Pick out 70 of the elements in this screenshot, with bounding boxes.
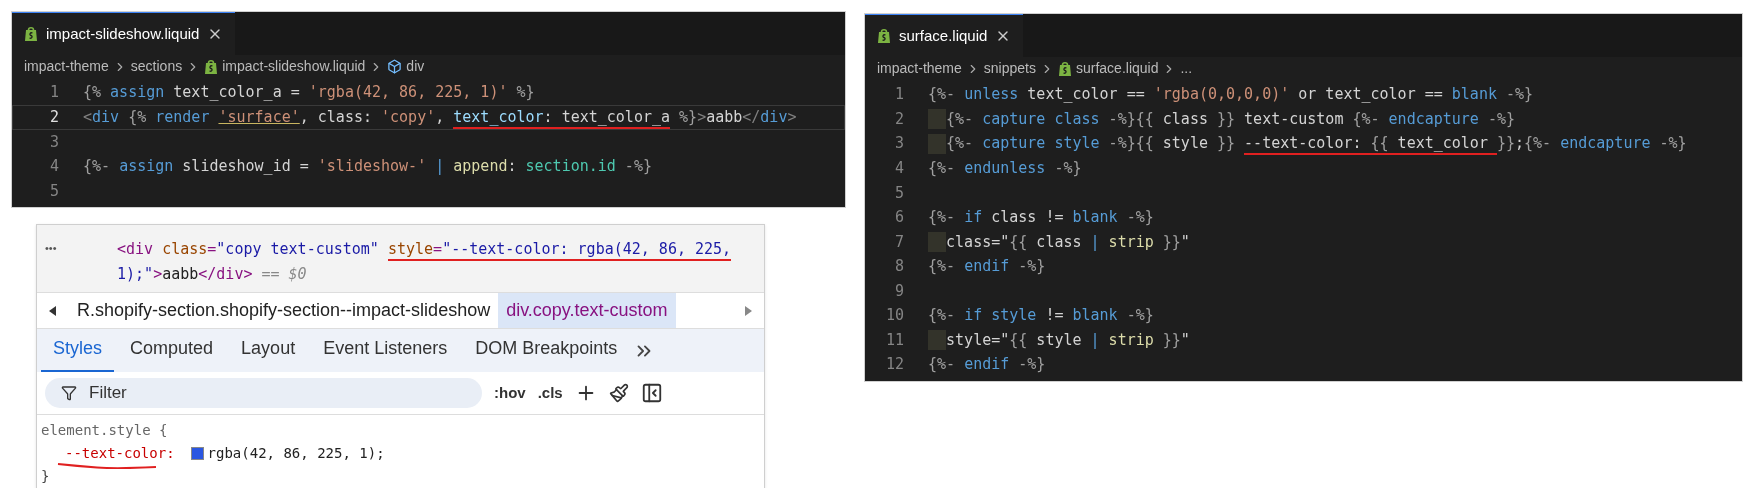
- paintbrush-icon[interactable]: [608, 383, 629, 403]
- code-line: style="{{ style | strip }}": [946, 329, 1190, 351]
- editor-tab[interactable]: surface.liquid: [865, 14, 1024, 57]
- code-line: {%- unless text_color == 'rgba(0,0,0,0)' or text_color == blank -%}: [928, 84, 1534, 105]
- shopping-bag-icon: [1057, 60, 1072, 77]
- shopping-bag-icon: [204, 58, 219, 75]
- code-line: {%- if class != blank -%}: [928, 207, 1154, 228]
- property-value: rgba(42, 86, 225, 1);: [207, 444, 385, 463]
- code-line: {%- endunless -%}: [928, 158, 1082, 179]
- line-number: 4: [48, 156, 60, 177]
- line-number: 1: [893, 84, 905, 105]
- dom-line: 1);">aabb</div> == $0: [117, 264, 307, 285]
- breadcrumb-item[interactable]: impact-theme: [24, 56, 109, 77]
- line-number: 10: [884, 305, 905, 326]
- line-number: 6: [893, 207, 905, 228]
- line-number: 1: [48, 82, 60, 103]
- code-line: {% assign text_color_a = 'rgba(42, 86, 225, 1)' %}: [83, 82, 535, 103]
- rule-closing: }: [41, 467, 51, 486]
- panel-tab[interactable]: Layout: [229, 335, 308, 372]
- breadcrumb-item[interactable]: surface.liquid: [1075, 58, 1159, 79]
- line-number: 2: [48, 106, 60, 128]
- property-name: --text-color:: [65, 444, 175, 463]
- line-number: 3: [48, 131, 60, 153]
- shopping-bag-icon: [877, 28, 891, 44]
- dom-line: <div class="copy text-custom" style="--text-color: rgba(42, 86, 225,: [117, 237, 732, 262]
- code-line: {%- endif -%}: [928, 256, 1046, 277]
- breadcrumb-item[interactable]: div.copy.text-custom: [498, 293, 676, 328]
- line-number: 5: [48, 180, 60, 202]
- tab-title: impact-slideshow.liquid: [46, 23, 200, 44]
- filter-field[interactable]: Filter: [45, 378, 482, 408]
- line-number: 4: [893, 158, 905, 179]
- code-line: {%- capture class -%}{{ class }} text-custom {%- endcapture -%}: [946, 108, 1515, 130]
- code-line: {%- endif -%}: [928, 354, 1046, 375]
- panel-tab[interactable]: Styles: [41, 335, 115, 372]
- line-number: 3: [893, 133, 905, 154]
- row-menu[interactable]: •••: [37, 237, 117, 288]
- filter-icon: [61, 385, 77, 401]
- color-swatch[interactable]: [190, 447, 204, 460]
- line-number: 12: [884, 354, 905, 375]
- line-number: 9: [893, 280, 905, 302]
- cube-icon: [387, 59, 403, 74]
- breadcrumb-item[interactable]: impact-theme: [877, 58, 962, 79]
- code-line: {%- assign slideshow_id = 'slideshow-' | append: section.id -%}: [83, 156, 652, 177]
- rule-selector: element.style {: [41, 421, 169, 440]
- code-line: <div {% render 'surface', class: 'copy', text_color: text_color_a %}>aabb</div>: [83, 105, 797, 129]
- breadcrumb-item[interactable]: R.shopify-section.shopify-section--impact-slideshow: [69, 293, 499, 328]
- line-number: 2: [893, 108, 905, 130]
- breadcrumb-item[interactable]: impact-slideshow.liquid: [222, 56, 366, 77]
- breadcrumb-item[interactable]: div: [406, 56, 425, 77]
- code-line: {%- if style != blank -%}: [928, 305, 1154, 326]
- line-number: 8: [893, 256, 905, 277]
- panel-tab[interactable]: Computed: [118, 335, 226, 372]
- sidebar-icon[interactable]: [640, 382, 663, 404]
- breadcrumb-item[interactable]: sections: [130, 56, 183, 77]
- breadcrumb-item[interactable]: snippets: [983, 58, 1036, 79]
- right-arrow-icon[interactable]: [744, 305, 752, 316]
- breadcrumb-item[interactable]: ...: [1180, 58, 1193, 79]
- panel-tab[interactable]: Event Listeners: [311, 335, 460, 372]
- line-number: 5: [893, 182, 905, 204]
- shopping-bag-icon: [24, 26, 38, 42]
- code-line: class="{{ class | strip }}": [946, 231, 1190, 253]
- left-arrow-icon[interactable]: [49, 305, 57, 316]
- code-line: {%- capture style -%}{{ style }} --text-color: {{ text_color }};{%- endcapture -%}: [946, 132, 1687, 155]
- line-number: 11: [884, 329, 905, 351]
- line-number: 7: [893, 231, 905, 253]
- editor-tab[interactable]: impact-slideshow.liquid: [12, 12, 236, 55]
- toggle-button[interactable]: .cls: [537, 381, 563, 405]
- toggle-button[interactable]: :hov: [494, 381, 526, 405]
- panel-tab[interactable]: DOM Breakpoints: [463, 335, 630, 372]
- tab-title: surface.liquid: [899, 25, 988, 46]
